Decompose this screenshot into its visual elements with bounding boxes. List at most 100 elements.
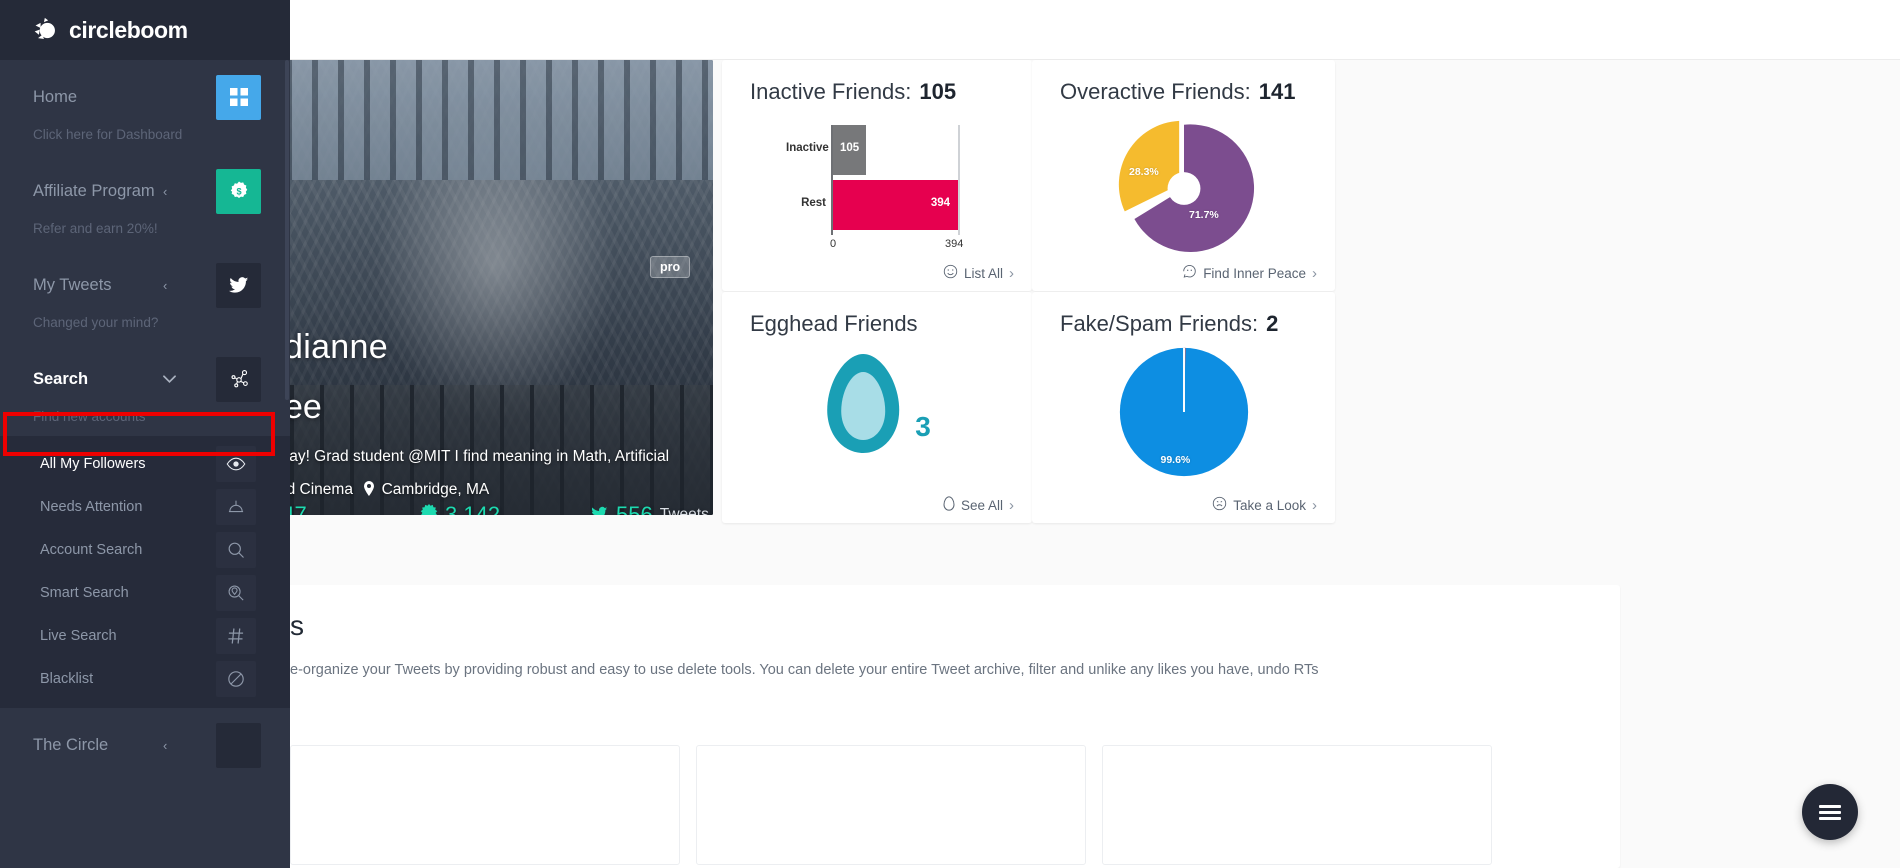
- card-count: 141: [1258, 79, 1296, 104]
- smart-search-icon[interactable]: [216, 574, 256, 611]
- pro-badge: pro: [650, 256, 691, 278]
- x-tick-0: 0: [830, 238, 837, 250]
- bar-row-rest: Rest 394: [786, 180, 976, 230]
- bar-label-rest: Rest: [801, 197, 826, 209]
- bar-value-inactive: 105: [840, 142, 860, 154]
- chevron-right-icon: ›: [1312, 496, 1317, 514]
- stat-days-on-twitter: 3,142 days on Twitter: [420, 502, 590, 515]
- app-root: circleboom Home Click here for Dashboard…: [0, 0, 1900, 868]
- sidebar-item-live-search[interactable]: Live Search: [0, 614, 290, 657]
- overactive-donut-chart: 28.3% 71.7%: [1111, 116, 1256, 261]
- sidebar-item-all-my-followers[interactable]: All My Followers: [0, 442, 290, 485]
- card-footer-label: Find Inner Peace: [1203, 265, 1306, 281]
- hashtag-icon[interactable]: [216, 617, 256, 654]
- card-footer-label: Take a Look: [1233, 497, 1306, 513]
- alert-face-icon: [1212, 496, 1227, 514]
- tweets-panel-description: e-organize your Tweets by providing robu…: [290, 662, 1319, 678]
- dollar-badge-icon[interactable]: $: [216, 168, 261, 214]
- card-title-fakespam: Fake/Spam Friends: 2: [1032, 292, 1335, 337]
- brand-header[interactable]: circleboom: [0, 0, 290, 60]
- hamburger-bars: [1819, 802, 1841, 823]
- sidebar-item-label: Blacklist: [40, 670, 94, 687]
- sidebar-group-affiliate[interactable]: Affiliate Program ‹ $ Refer and earn 20%…: [0, 154, 290, 248]
- chevron-left-icon[interactable]: ‹: [163, 185, 167, 198]
- card-footer-fakespam[interactable]: Take a Look ›: [1212, 496, 1317, 514]
- sidebar-item-account-search[interactable]: Account Search: [0, 528, 290, 571]
- svg-text:$: $: [236, 187, 241, 197]
- sidebar-item-label: Smart Search: [40, 584, 129, 601]
- sidebar-item-needs-attention[interactable]: Needs Attention: [0, 485, 290, 528]
- sidebar-group-title-the-circle: The Circle: [33, 735, 109, 754]
- inactive-bar-chart: Inactive 105 Rest 394 0 394: [786, 125, 976, 253]
- card-title-overactive: Overactive Friends: 141: [1032, 60, 1335, 105]
- egg-outline-icon: [943, 496, 955, 514]
- sidebar-search-links: All My Followers Needs Attention Account…: [0, 436, 290, 708]
- profile-stats: 547 owers 3,142 days on Twitter: [270, 502, 713, 515]
- eye-icon[interactable]: [216, 445, 256, 482]
- tweets-panel-title: s: [290, 610, 304, 641]
- card-footer-inactive[interactable]: List All ›: [943, 264, 1014, 282]
- sidebar-group-my-tweets[interactable]: My Tweets ‹ Changed your mind?: [0, 248, 290, 342]
- network-nodes-icon[interactable]: [216, 356, 261, 402]
- circle-group-icon[interactable]: [216, 722, 261, 768]
- chevron-left-icon[interactable]: ‹: [163, 279, 167, 292]
- stat-tweets-value: 556: [616, 502, 653, 515]
- pie-label-blue: 99.6%: [1160, 454, 1191, 466]
- twitter-bird-icon: [590, 502, 609, 515]
- pie-label-yellow: 28.3%: [1129, 166, 1159, 178]
- sidebar-group-home[interactable]: Home Click here for Dashboard: [0, 60, 290, 154]
- fakespam-pie-chart: 99.6%: [1116, 344, 1252, 480]
- sidebar-item-blacklist[interactable]: Blacklist: [0, 657, 290, 700]
- star-burst-icon: [420, 502, 438, 515]
- stat-days-value: 3,142: [445, 502, 501, 515]
- sidebar-group-title-home: Home: [33, 87, 78, 106]
- card-egghead-friends: Egghead Friends 3 See All ›: [722, 292, 1032, 523]
- card-footer-overactive[interactable]: Find Inner Peace ›: [1182, 264, 1317, 282]
- tweets-tile[interactable]: [290, 745, 680, 865]
- sidebar-group-sub-my-tweets: Changed your mind?: [33, 314, 159, 330]
- stat-tweets-label: Tweets: [659, 506, 709, 515]
- bar-rect-inactive: 105: [833, 125, 866, 175]
- bar-row-inactive: Inactive 105: [786, 125, 976, 175]
- card-title-text: Egghead Friends: [750, 311, 918, 336]
- no-entry-icon[interactable]: [216, 660, 256, 697]
- chevron-left-icon[interactable]: ‹: [163, 739, 167, 752]
- card-fake-spam-friends: Fake/Spam Friends: 2 99.6% Take a Look ›: [1032, 292, 1335, 523]
- sidebar-item-label: Needs Attention: [40, 498, 143, 515]
- card-title-text: Overactive Friends:: [1060, 79, 1251, 104]
- chevron-down-icon[interactable]: [163, 373, 176, 386]
- sidebar-item-label: Account Search: [40, 541, 143, 558]
- sidebar: circleboom Home Click here for Dashboard…: [0, 0, 290, 868]
- sidebar-group-title-my-tweets: My Tweets: [33, 275, 112, 294]
- sidebar-item-smart-search[interactable]: Smart Search: [0, 571, 290, 614]
- profile-card: pro dianne ee way! Grad student @MIT I f…: [260, 60, 713, 515]
- chevron-right-icon: ›: [1312, 264, 1317, 282]
- meditation-icon: [1182, 264, 1197, 282]
- sidebar-scroll-area: Home Click here for Dashboard Affiliate …: [0, 60, 290, 868]
- main-content: pro dianne ee way! Grad student @MIT I f…: [260, 0, 1900, 868]
- card-count: 105: [919, 79, 957, 104]
- chevron-right-icon: ›: [1009, 264, 1014, 282]
- bar-value-rest: 394: [930, 197, 950, 209]
- hamburger-menu-icon[interactable]: [1802, 784, 1858, 840]
- grid-dashboard-icon[interactable]: [216, 74, 261, 120]
- stat-tweets: 556 Tweets 0.18 posts per day: [590, 502, 713, 515]
- card-count: 2: [1266, 311, 1279, 336]
- card-title-egghead: Egghead Friends: [722, 292, 1032, 337]
- sidebar-group-search[interactable]: Search Find new accounts: [0, 342, 290, 436]
- search-magnifier-icon[interactable]: [216, 531, 256, 568]
- card-footer-egghead[interactable]: See All ›: [943, 496, 1014, 514]
- card-title-text: Fake/Spam Friends:: [1060, 311, 1259, 336]
- sidebar-group-sub-search: Find new accounts: [33, 408, 146, 424]
- brand-name: circleboom: [69, 16, 188, 43]
- tweets-tile[interactable]: [696, 745, 1086, 865]
- card-footer-label: List All: [963, 265, 1003, 281]
- tweets-tile[interactable]: [1102, 745, 1492, 865]
- bell-service-icon[interactable]: [216, 488, 256, 525]
- profile-bio: way! Grad student @MIT I find meaning in…: [278, 445, 713, 469]
- sidebar-group-the-circle[interactable]: The Circle ‹: [0, 708, 290, 774]
- tweets-panel-tiles: [290, 745, 1492, 865]
- twitter-bird-icon[interactable]: [216, 262, 261, 308]
- circleboom-logo-icon: [33, 17, 60, 44]
- profile-bio-line1: way! Grad student @MIT I find meaning in…: [278, 448, 670, 465]
